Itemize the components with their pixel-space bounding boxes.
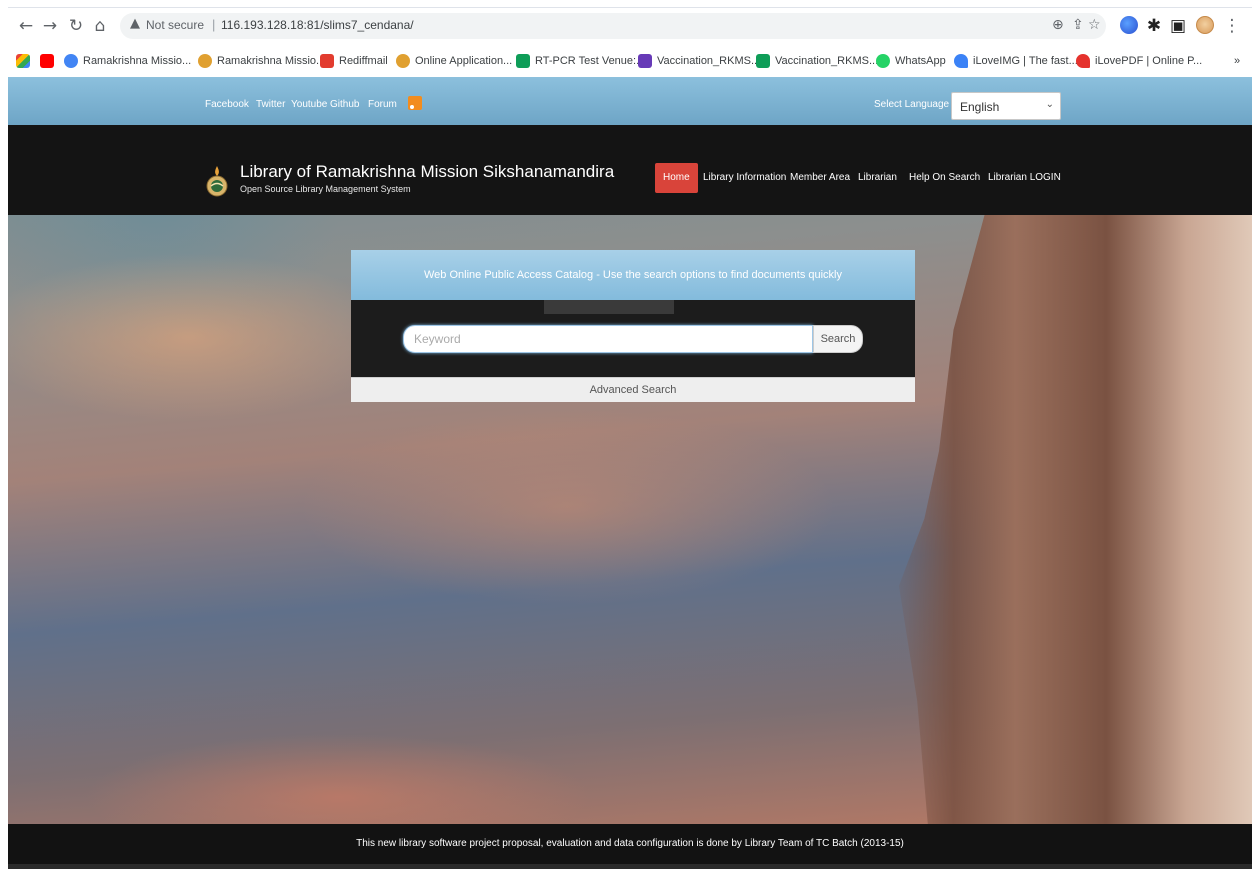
ghost-overlay — [544, 300, 674, 314]
extensions-puzzle-icon[interactable]: ✱ — [1144, 16, 1164, 36]
address-bar[interactable]: ▲ Not secure | 116.193.128.18:81/slims7_… — [120, 13, 1106, 39]
search-button[interactable]: Search — [813, 325, 863, 353]
language-value: English — [960, 100, 1000, 114]
youtube-icon[interactable] — [40, 52, 59, 70]
bookmark-item[interactable]: Vaccination_RKMS... — [638, 52, 760, 70]
window-icon[interactable]: ▣ — [1168, 16, 1188, 36]
zoom-icon[interactable]: ⊕ — [1052, 17, 1064, 33]
forward-icon[interactable]: → — [40, 16, 60, 36]
bookmark-item[interactable]: Ramakrishna Missio... — [198, 52, 325, 70]
home-icon[interactable]: ⌂ — [90, 16, 110, 36]
opac-heading: Web Online Public Access Catalog - Use t… — [351, 250, 915, 300]
profile-avatar[interactable] — [1196, 16, 1214, 34]
advanced-search-link[interactable]: Advanced Search — [351, 377, 915, 402]
social-topbar: Facebook Twitter Youtube Github Forum Se… — [8, 77, 1252, 125]
bookmark-label: iLoveIMG | The fast... — [973, 55, 1078, 67]
extension-icon[interactable] — [1120, 16, 1138, 34]
bookmark-label: Rediffmail — [339, 55, 388, 67]
bookmark-favicon-icon — [320, 54, 334, 68]
bookmark-item[interactable]: Vaccination_RKMS... — [756, 52, 878, 70]
library-logo[interactable] — [205, 165, 229, 197]
reload-icon[interactable]: ↻ — [66, 16, 86, 36]
bookmark-label: Vaccination_RKMS... — [775, 55, 879, 67]
rss-icon-dot — [410, 105, 414, 109]
bookmark-favicon-icon — [396, 54, 410, 68]
chevron-down-icon: ⌄ — [1045, 99, 1054, 110]
bookmark-favicon-icon — [64, 54, 78, 68]
bookmark-item[interactable]: iLovePDF | Online P... — [1076, 52, 1202, 70]
bookmark-favicon-icon — [516, 54, 530, 68]
site-footer: This new library software project propos… — [8, 824, 1252, 864]
bookmark-label: Ramakrishna Missio... — [217, 55, 326, 67]
bookmarks-bar: Ramakrishna Missio... Ramakrishna Missio… — [8, 43, 1252, 77]
nav-librarian-login[interactable]: Librarian LOGIN — [980, 163, 1069, 193]
browser-window: ← → ↻ ⌂ ▲ Not secure | 116.193.128.18:81… — [8, 7, 1252, 869]
menu-dots-icon[interactable]: ⋮ — [1222, 16, 1242, 36]
bookmark-item[interactable]: RT-PCR Test Venue:... — [516, 52, 645, 70]
bookmark-label: Online Application... — [415, 55, 513, 67]
bookmark-label: Vaccination_RKMS... — [657, 55, 761, 67]
twitter-link[interactable]: Twitter — [256, 99, 285, 110]
apps-icon[interactable] — [16, 52, 35, 70]
more-bookmarks-icon[interactable]: » — [1234, 52, 1240, 70]
bookmark-favicon-icon — [198, 54, 212, 68]
bookmark-label: Ramakrishna Missio... — [83, 55, 192, 67]
bookmark-favicon-icon — [638, 54, 652, 68]
back-icon[interactable]: ← — [16, 16, 36, 36]
nav-home[interactable]: Home — [655, 163, 698, 193]
facebook-link[interactable]: Facebook — [205, 99, 249, 110]
bookmark-item[interactable]: Rediffmail — [320, 52, 388, 70]
divider: | — [212, 17, 216, 32]
opac-search-panel: Web Online Public Access Catalog - Use t… — [351, 250, 915, 402]
keyword-input[interactable] — [403, 325, 813, 353]
forum-link[interactable]: Forum — [368, 99, 397, 110]
language-select[interactable]: English ⌄ — [951, 92, 1061, 120]
security-label[interactable]: Not secure — [146, 18, 204, 32]
bookmark-item[interactable]: WhatsApp — [876, 52, 946, 70]
site-subtitle: Open Source Library Management System — [240, 184, 411, 194]
share-icon[interactable]: ⇪ — [1072, 17, 1084, 33]
nav-library-information[interactable]: Library Information — [695, 163, 794, 193]
os-taskbar — [8, 864, 1252, 869]
whatsapp-icon — [876, 54, 890, 68]
github-link[interactable]: Github — [330, 99, 359, 110]
bookmark-favicon-icon — [1076, 54, 1090, 68]
url-text[interactable]: 116.193.128.18:81/slims7_cendana/ — [221, 18, 414, 32]
website: Facebook Twitter Youtube Github Forum Se… — [8, 77, 1252, 869]
bookmark-favicon-icon — [756, 54, 770, 68]
bookmark-item[interactable]: Ramakrishna Missio... — [64, 52, 191, 70]
bookmark-label: WhatsApp — [895, 55, 946, 67]
browser-toolbar: ← → ↻ ⌂ ▲ Not secure | 116.193.128.18:81… — [8, 7, 1252, 43]
bookmark-item[interactable]: Online Application... — [396, 52, 512, 70]
bookmark-item[interactable]: iLoveIMG | The fast... — [954, 52, 1078, 70]
bookmark-label: iLovePDF | Online P... — [1095, 55, 1203, 67]
bookmark-favicon-icon — [954, 54, 968, 68]
language-label: Select Language — [874, 99, 950, 110]
nav-member-area[interactable]: Member Area — [782, 163, 858, 193]
site-header: Library of Ramakrishna Mission Sikshanam… — [8, 125, 1252, 215]
site-title[interactable]: Library of Ramakrishna Mission Sikshanam… — [240, 162, 614, 182]
youtube-link[interactable]: Youtube — [291, 99, 327, 110]
search-area: Search — [351, 300, 915, 377]
nav-librarian[interactable]: Librarian — [850, 163, 905, 193]
warning-icon[interactable]: ▲ — [130, 16, 140, 31]
bookmark-label: RT-PCR Test Venue:... — [535, 55, 646, 67]
bookmark-star-icon[interactable]: ☆ — [1088, 17, 1101, 33]
nav-help-on-search[interactable]: Help On Search — [901, 163, 988, 193]
